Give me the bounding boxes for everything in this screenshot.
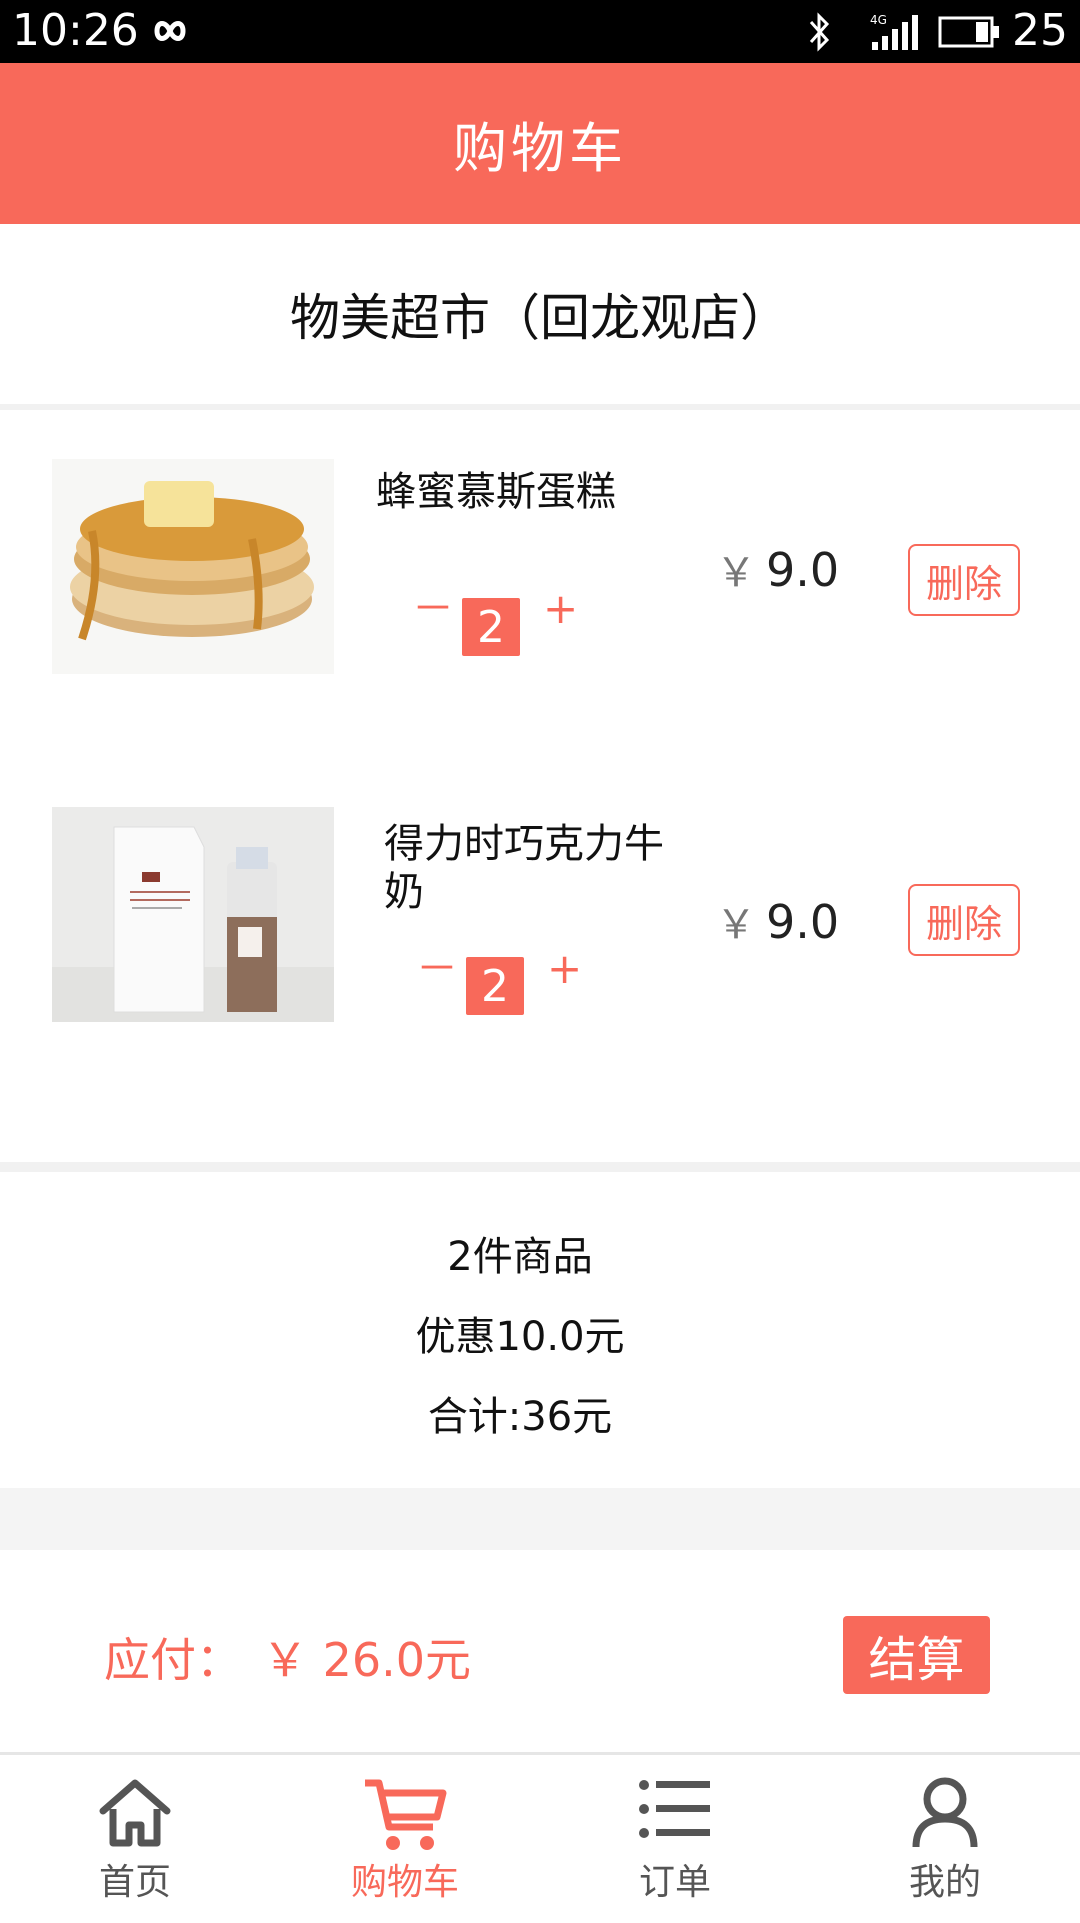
checkout-button[interactable]: 结算 (843, 1616, 990, 1694)
tab-label: 首页 (98, 1862, 171, 1903)
tab-label: 购物车 (350, 1862, 459, 1903)
status-time: 10:26 (12, 5, 139, 56)
svg-text:4G: 4G (870, 13, 887, 27)
divider (0, 1162, 1080, 1172)
divider (0, 1488, 1080, 1550)
qty-decrease-button[interactable]: － (412, 584, 454, 634)
product-image-milk[interactable] (52, 807, 334, 1022)
status-bar: 10:26 4G 25 (0, 0, 1080, 63)
tab-home[interactable]: 首页 (0, 1755, 270, 1923)
tab-orders[interactable]: 订单 (540, 1755, 810, 1923)
price-value: 9.0 (766, 895, 840, 949)
store-header: 物美超市（回龙观店） (0, 224, 1080, 404)
product-image-pancake[interactable] (52, 459, 334, 674)
battery-level: 25 (1012, 5, 1068, 56)
item-price: ￥ 9.0 (716, 892, 839, 950)
cart-item: 得力时巧克力牛奶 － 2 + ￥ 9.0 删除 (0, 750, 1080, 1150)
payable-label: 应付： (104, 1633, 242, 1687)
home-icon (99, 1779, 171, 1847)
item-price: ￥ 9.0 (716, 540, 839, 598)
qty-decrease-button[interactable]: － (416, 944, 458, 994)
tab-cart[interactable]: 购物车 (270, 1755, 540, 1923)
tab-label: 我的 (908, 1862, 981, 1903)
battery-icon (938, 16, 999, 48)
items-count: 2件商品 (447, 1234, 593, 1280)
tab-profile[interactable]: 我的 (810, 1755, 1080, 1923)
item-name: 得力时巧克力牛奶 (384, 821, 664, 915)
currency-symbol: ￥ (716, 550, 756, 596)
bottom-tab-bar: 首页 购物车 订单 我的 (0, 1752, 1080, 1923)
payable-amount: ￥ 26.0元 (262, 1633, 472, 1687)
currency-symbol: ￥ (716, 902, 756, 948)
delete-button[interactable]: 删除 (908, 884, 1020, 956)
qty-increase-button[interactable]: + (543, 584, 578, 634)
item-name: 蜂蜜慕斯蛋糕 (376, 469, 616, 515)
list-icon (639, 1780, 710, 1838)
cart-icon (365, 1779, 447, 1850)
discount-text: 优惠10.0元 (415, 1314, 625, 1360)
app-header: 购物车 (0, 63, 1080, 224)
delete-button[interactable]: 删除 (908, 544, 1020, 616)
infinity-icon (154, 21, 186, 41)
bluetooth-icon (809, 12, 830, 52)
total-text: 合计:36元 (427, 1394, 613, 1440)
price-value: 9.0 (766, 543, 840, 597)
qty-value: 2 (466, 957, 524, 1015)
page-title: 购物车 (453, 117, 627, 180)
qty-value: 2 (462, 598, 520, 656)
cart-item: 蜂蜜慕斯蛋糕 － 2 + ￥ 9.0 删除 (0, 410, 1080, 750)
qty-increase-button[interactable]: + (547, 944, 582, 994)
store-name: 物美超市（回龙观店） (290, 289, 790, 347)
tab-label: 订单 (638, 1862, 711, 1903)
user-icon (912, 1777, 978, 1848)
signal-icon: 4G (870, 13, 918, 50)
